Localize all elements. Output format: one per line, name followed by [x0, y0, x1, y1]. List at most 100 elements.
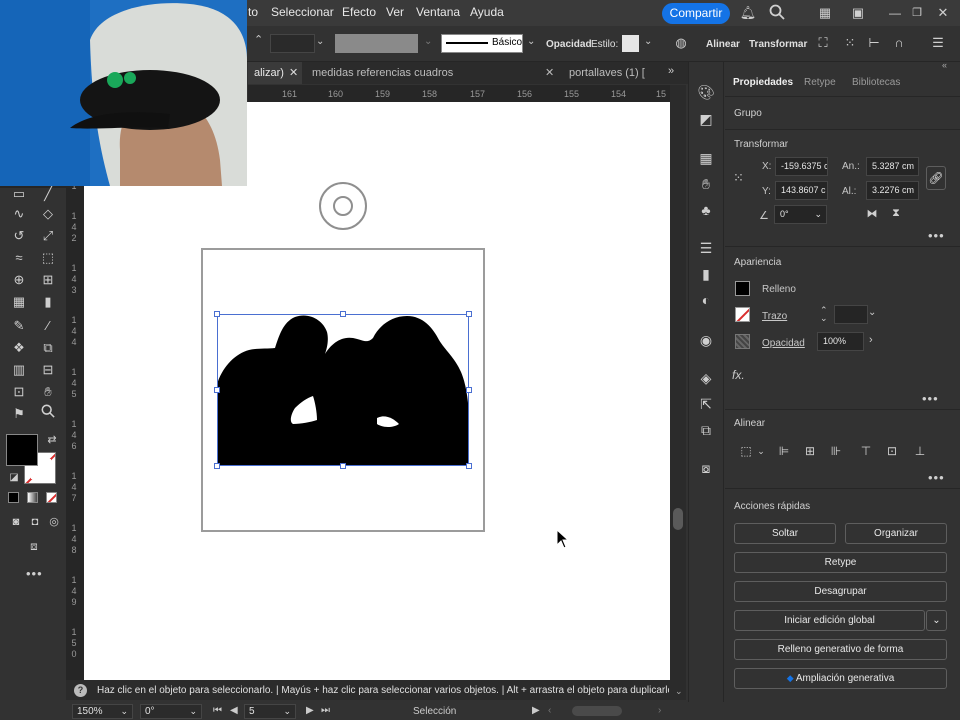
artboard-tool-icon[interactable]: ⧉	[38, 338, 58, 358]
align-top-icon[interactable]: ⊤	[858, 443, 874, 459]
transform-link[interactable]: Transformar	[749, 39, 807, 50]
notifications-bell-icon[interactable]: 🔔︎	[739, 4, 757, 22]
constrain-proportions-link-icon[interactable]: 🔗︎	[926, 166, 946, 190]
stroke-weight-stepper[interactable]: ⌃	[254, 33, 263, 46]
align-to-icon[interactable]: ⊢	[865, 34, 883, 52]
align-horizontal-center-icon[interactable]: ⊞	[802, 443, 818, 459]
chevron-down-icon[interactable]: ⌄	[424, 36, 432, 47]
transform-more-options[interactable]: •••	[928, 228, 945, 243]
align-vertical-center-icon[interactable]: ⊡	[884, 443, 900, 459]
scroll-down-icon[interactable]: ⌄	[675, 686, 683, 697]
menu-item-view[interactable]: Ver	[386, 5, 404, 19]
screen-mode-icon[interactable]: ⧈	[24, 536, 44, 556]
next-artboard-icon[interactable]: ▶	[306, 705, 314, 716]
zoom-tool-icon[interactable]	[38, 404, 58, 424]
tab-medidas-referencias[interactable]: medidas referencias cuadros [Recuperado]…	[306, 62, 536, 101]
color-mode-icon[interactable]	[8, 492, 19, 503]
tab-portallaves[interactable]: portallaves (1) [	[563, 62, 663, 84]
tab-properties[interactable]: Propiedades	[733, 77, 793, 88]
brushes-panel-icon[interactable]: ✋︎	[694, 172, 718, 196]
gradient-tool-icon[interactable]: ▮	[38, 292, 58, 312]
edit-toolbar-more-icon[interactable]: •••	[26, 566, 43, 581]
minimize-window-icon[interactable]: —	[886, 4, 904, 22]
retype-button[interactable]: Retype	[734, 552, 947, 573]
chevron-down-icon[interactable]: ⌄	[316, 36, 324, 47]
layers-panel-icon[interactable]: ◈	[694, 366, 718, 390]
resize-handle[interactable]	[214, 311, 220, 317]
stroke-swatch[interactable]	[735, 307, 750, 322]
align-to-selection-icon[interactable]: ⬚	[738, 443, 754, 459]
paintbrush-tool-icon[interactable]: ╱	[38, 184, 58, 204]
first-artboard-icon[interactable]: ⏮	[213, 705, 222, 716]
default-fill-stroke-icon[interactable]: ◪	[4, 468, 24, 488]
stroke-label[interactable]: Trazo	[762, 311, 787, 322]
swap-fill-stroke-icon[interactable]: ⇄	[42, 430, 62, 450]
resize-handle[interactable]	[466, 463, 472, 469]
draw-normal-icon[interactable]: ◙	[6, 512, 26, 532]
color-guide-icon[interactable]: ◩	[694, 107, 718, 131]
draw-behind-icon[interactable]: ◘	[25, 512, 45, 532]
share-button[interactable]: Compartir	[662, 3, 730, 24]
variable-width-profile[interactable]	[335, 34, 418, 53]
appearance-panel-icon[interactable]: ◉	[694, 328, 718, 352]
artboard-number-field[interactable]: 5 ⌄	[244, 704, 296, 719]
align-link[interactable]: Alinear	[706, 39, 740, 50]
vertical-scrollbar[interactable]	[670, 85, 686, 680]
chevron-right-icon[interactable]: ›	[869, 334, 873, 346]
flip-horizontal-icon[interactable]: ⧓	[864, 207, 880, 223]
arrange-documents-icon[interactable]: ▦	[816, 4, 834, 22]
eyedropper-tool-icon[interactable]: ✎	[9, 316, 29, 336]
opacity-label[interactable]: Opacidad	[546, 39, 592, 50]
vertical-scrollbar-thumb[interactable]	[673, 508, 683, 530]
selection-bounding-box[interactable]	[217, 314, 469, 466]
menu-item-select[interactable]: Seleccionar	[271, 5, 334, 19]
recolor-artwork-icon[interactable]: ◍	[672, 34, 690, 52]
reference-point-icon[interactable]: ⁙	[733, 168, 753, 188]
release-button[interactable]: Soltar	[734, 523, 836, 544]
chevron-down-icon[interactable]: ⌄	[527, 36, 535, 47]
arrange-button[interactable]: Organizar	[845, 523, 947, 544]
gradient-panel-icon[interactable]: ▮	[694, 262, 718, 286]
free-transform-tool-icon[interactable]: ⬚	[38, 248, 58, 268]
opacity-label[interactable]: Opacidad	[762, 338, 805, 349]
generative-expand-button[interactable]: ◆ Ampliación generativa	[734, 668, 947, 689]
resize-handle[interactable]	[214, 463, 220, 469]
close-window-icon[interactable]: ✕	[934, 4, 952, 22]
stroke-weight-field[interactable]	[834, 305, 868, 324]
align-bottom-icon[interactable]: ⊥	[912, 443, 928, 459]
height-field[interactable]: 3.2276 cm	[866, 181, 919, 200]
slice-tool-icon[interactable]: ⊟	[38, 360, 58, 380]
rotate-view-field[interactable]: 0° ⌄	[140, 704, 202, 719]
zoom-level-field[interactable]: 150% ⌄	[72, 704, 133, 719]
chevron-down-icon[interactable]: ⌄	[868, 307, 876, 318]
export-panel-icon[interactable]: ⇱	[694, 392, 718, 416]
opacity-field[interactable]: 100%	[817, 332, 864, 351]
flip-vertical-icon[interactable]: ⧗	[888, 207, 904, 223]
collapse-panel-icon[interactable]: «	[942, 60, 947, 70]
y-position-field[interactable]: 143.8607 c	[775, 181, 828, 200]
search-icon[interactable]	[768, 4, 786, 22]
stroke-weight-stepper[interactable]: ⌃ ⌄	[820, 306, 828, 323]
links-panel-icon[interactable]: ⧇	[694, 456, 718, 480]
tab-retype[interactable]: Retype	[804, 77, 836, 88]
brush-definition-field[interactable]: Básico	[441, 34, 523, 53]
symbol-sprayer-tool-icon[interactable]: ❖	[9, 338, 29, 358]
generative-shape-fill-button[interactable]: Relleno generativo de forma	[734, 639, 947, 660]
resize-handle[interactable]	[340, 311, 346, 317]
hand-tool-icon[interactable]: ✋︎	[38, 382, 58, 402]
select-similar-icon[interactable]: ⁙	[841, 34, 859, 52]
perspective-grid-tool-icon[interactable]: ⊞	[38, 270, 58, 290]
effects-fx-icon[interactable]: fx.	[732, 368, 745, 382]
eraser-tool-icon[interactable]: ◇	[38, 204, 58, 224]
width-field[interactable]: 5.3287 cm	[866, 157, 919, 176]
horizontal-scrollbar-thumb[interactable]	[572, 706, 622, 716]
fill-swatch[interactable]	[735, 281, 750, 296]
tabs-overflow-icon[interactable]: »	[668, 65, 674, 77]
resize-handle[interactable]	[466, 387, 472, 393]
width-tool-icon[interactable]: ≈	[9, 248, 29, 268]
close-icon[interactable]: ✕	[289, 66, 298, 79]
help-icon[interactable]: ?	[74, 684, 87, 697]
chevron-down-icon[interactable]: ⌄	[644, 36, 652, 47]
align-more-options[interactable]: •••	[928, 470, 945, 485]
fill-color-front[interactable]	[6, 434, 38, 466]
